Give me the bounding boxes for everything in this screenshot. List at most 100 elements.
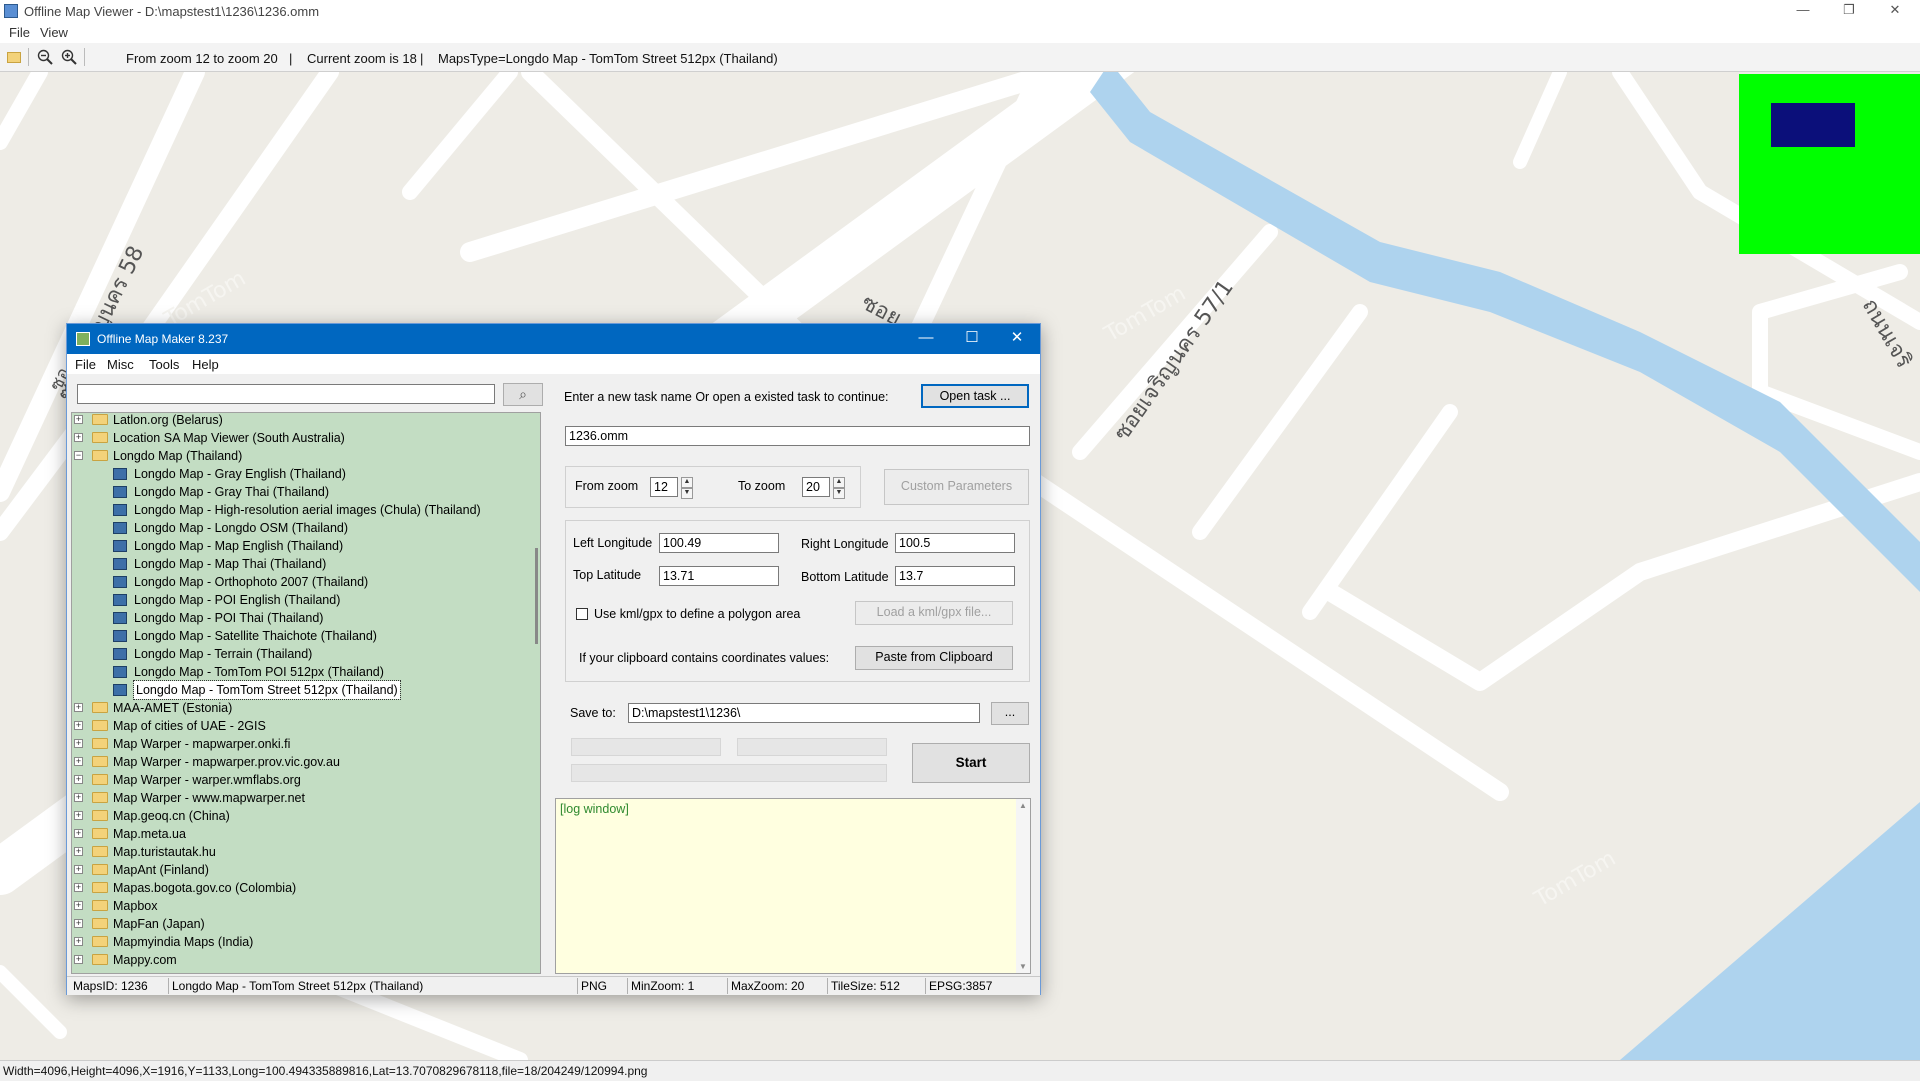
tree-item-label: Longdo Map - Orthophoto 2007 (Thailand) (134, 575, 369, 589)
tree-item[interactable]: + Map Warper - www.mapwarper.net (72, 789, 532, 807)
tree-item[interactable]: Longdo Map - Gray English (Thailand) (72, 465, 532, 483)
to-zoom-down-icon[interactable]: ▼ (833, 488, 845, 499)
tree-item[interactable]: + Map Warper - mapwarper.prov.vic.gov.au (72, 753, 532, 771)
expand-icon[interactable]: + (74, 829, 83, 838)
tree-item[interactable]: Longdo Map - POI English (Thailand) (72, 591, 532, 609)
maps-tree[interactable]: + Latlon.org (Belarus) + Location SA Map Vi… (71, 412, 541, 974)
expand-icon[interactable]: + (74, 847, 83, 856)
expand-icon[interactable]: + (74, 811, 83, 820)
expand-icon[interactable]: + (74, 901, 83, 910)
start-button[interactable]: Start (912, 743, 1030, 783)
tree-item[interactable]: + Mapmyindia Maps (India) (72, 933, 532, 951)
tree-item[interactable]: Longdo Map - Longdo OSM (Thailand) (72, 519, 532, 537)
tree-item[interactable]: + MapAnt (Finland) (72, 861, 532, 879)
tree-item[interactable]: + MAA-AMET (Estonia) (72, 699, 532, 717)
expand-icon[interactable]: + (74, 415, 83, 424)
tree-item[interactable]: + Map of cities of UAE - 2GIS (72, 717, 532, 735)
search-button[interactable]: ⌕ (503, 383, 543, 406)
folder-icon (92, 900, 108, 911)
scroll-down-icon[interactable]: ▼ (1016, 962, 1030, 971)
menu-view[interactable]: View (40, 25, 68, 40)
expand-icon[interactable]: + (74, 721, 83, 730)
menu-file[interactable]: File (9, 25, 30, 40)
expand-icon[interactable]: + (74, 703, 83, 712)
tree-item[interactable]: + Mapbox (72, 897, 532, 915)
tree-item[interactable]: + Map Warper - mapwarper.onki.fi (72, 735, 532, 753)
maps-search-input[interactable] (77, 384, 495, 404)
collapse-icon[interactable]: − (74, 451, 83, 460)
tree-item[interactable]: + Latlon.org (Belarus) (72, 413, 532, 429)
tree-item[interactable]: + Map.turistautak.hu (72, 843, 532, 861)
kml-checkbox[interactable] (576, 608, 588, 620)
expand-icon[interactable]: + (74, 937, 83, 946)
tree-item[interactable]: Longdo Map - POI Thai (Thailand) (72, 609, 532, 627)
top-latitude-input[interactable]: 13.71 (659, 566, 779, 586)
paste-clipboard-button[interactable]: Paste from Clipboard (855, 646, 1013, 670)
expand-icon[interactable]: + (74, 775, 83, 784)
expand-icon[interactable]: + (74, 793, 83, 802)
from-zoom-input[interactable]: 12 (650, 477, 678, 497)
tree-item[interactable]: Longdo Map - Gray Thai (Thailand) (72, 483, 532, 501)
open-task-button[interactable]: Open task ... (921, 384, 1029, 408)
zoom-in-icon[interactable] (61, 49, 77, 65)
dialog-close-button[interactable]: ✕ (994, 324, 1040, 354)
tree-item[interactable]: + Mappy.com (72, 951, 532, 969)
save-path-input[interactable]: D:\mapstest1\1236\ (628, 703, 980, 723)
tree-item[interactable]: Longdo Map - Orthophoto 2007 (Thailand) (72, 573, 532, 591)
to-zoom-up-icon[interactable]: ▲ (833, 477, 845, 488)
expand-icon[interactable]: + (74, 919, 83, 928)
from-zoom-up-icon[interactable]: ▲ (681, 477, 693, 488)
minimap[interactable] (1739, 74, 1920, 254)
dialog-menu-help[interactable]: Help (192, 357, 219, 372)
tree-item[interactable]: − Longdo Map (Thailand) (72, 447, 532, 465)
minimap-viewport[interactable] (1771, 103, 1855, 147)
tree-scroll-thumb[interactable] (535, 548, 538, 644)
save-to-label: Save to: (570, 706, 616, 720)
task-name-input[interactable]: 1236.omm (565, 426, 1030, 446)
dialog-menu-file[interactable]: File (75, 357, 96, 372)
restore-button[interactable]: ❐ (1826, 0, 1872, 22)
log-scrollbar[interactable]: ▲ ▼ (1016, 799, 1030, 973)
tree-item[interactable]: + Mapas.bogota.gov.co (Colombia) (72, 879, 532, 897)
open-folder-icon[interactable] (7, 52, 21, 63)
to-zoom-stepper[interactable]: ▲ ▼ (833, 477, 845, 499)
tree-item[interactable]: Longdo Map - High-resolution aerial imag… (72, 501, 532, 519)
from-zoom-down-icon[interactable]: ▼ (681, 488, 693, 499)
expand-icon[interactable]: + (74, 757, 83, 766)
tree-item[interactable]: + MapFan (Japan) (72, 915, 532, 933)
expand-icon[interactable]: + (74, 883, 83, 892)
tree-item[interactable]: + Location SA Map Viewer (South Australia… (72, 429, 532, 447)
left-longitude-input[interactable]: 100.49 (659, 533, 779, 553)
close-button[interactable]: ✕ (1872, 0, 1918, 22)
from-zoom-stepper[interactable]: ▲ ▼ (681, 477, 693, 499)
dialog-maximize-button[interactable]: ☐ (949, 324, 995, 354)
tree-item[interactable]: Longdo Map - Terrain (Thailand) (72, 645, 532, 663)
dialog-menu-misc[interactable]: Misc (107, 357, 134, 372)
tree-item[interactable]: + Map.meta.ua (72, 825, 532, 843)
zoom-out-icon[interactable] (37, 49, 53, 65)
tree-item[interactable]: Longdo Map - Map English (Thailand) (72, 537, 532, 555)
tree-scrollbar[interactable] (535, 412, 540, 974)
right-longitude-input[interactable]: 100.5 (895, 533, 1015, 553)
dialog-menu-tools[interactable]: Tools (149, 357, 179, 372)
dialog-minimize-button[interactable]: — (903, 324, 949, 354)
tree-item[interactable]: + Map.geoq.cn (China) (72, 807, 532, 825)
expand-icon[interactable]: + (74, 865, 83, 874)
log-window[interactable]: [log window] ▲ ▼ (555, 798, 1031, 974)
custom-parameters-button[interactable]: Custom Parameters (884, 469, 1029, 505)
tree-item[interactable]: Longdo Map - TomTom POI 512px (Thailand) (72, 663, 532, 681)
to-zoom-input[interactable]: 20 (802, 477, 830, 497)
tree-item[interactable]: Longdo Map - Satellite Thaichote (Thaila… (72, 627, 532, 645)
tree-item[interactable]: + Map Warper - warper.wmflabs.org (72, 771, 532, 789)
map-icon (113, 666, 127, 678)
bottom-latitude-input[interactable]: 13.7 (895, 566, 1015, 586)
tree-item[interactable]: Longdo Map - Map Thai (Thailand) (72, 555, 532, 573)
expand-icon[interactable]: + (74, 739, 83, 748)
scroll-up-icon[interactable]: ▲ (1016, 801, 1030, 810)
tree-item[interactable]: Longdo Map - TomTom Street 512px (Thaila… (72, 680, 532, 700)
load-kml-button[interactable]: Load a kml/gpx file... (855, 601, 1013, 625)
expand-icon[interactable]: + (74, 433, 83, 442)
minimize-button[interactable]: — (1780, 0, 1826, 22)
expand-icon[interactable]: + (74, 955, 83, 964)
browse-button[interactable]: ... (991, 702, 1029, 725)
